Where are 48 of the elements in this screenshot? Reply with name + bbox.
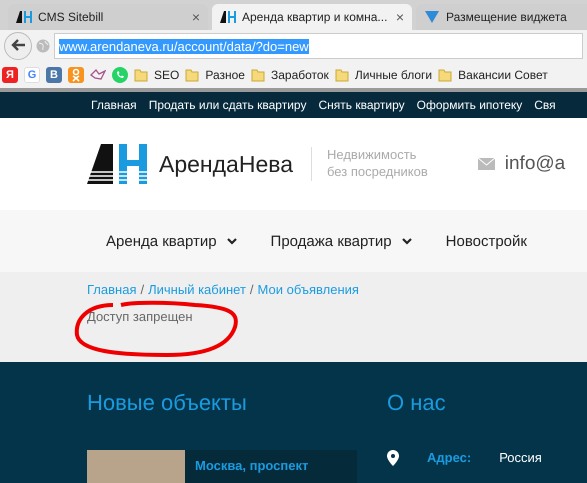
folder-icon[interactable] bbox=[438, 68, 452, 82]
section-title: Новые объекты bbox=[87, 390, 248, 416]
address-label: Адрес: bbox=[427, 450, 472, 465]
main-menu-item[interactable]: Аренда квартир bbox=[106, 232, 237, 250]
listing-title[interactable]: Москва, проспект bbox=[185, 450, 318, 483]
logo-icon bbox=[16, 11, 32, 23]
bookmark-link[interactable]: Разное bbox=[205, 68, 245, 82]
yandex-icon[interactable]: Я bbox=[2, 67, 18, 83]
bookmark-link[interactable]: SEO bbox=[154, 68, 180, 82]
main-menu-item[interactable]: Продажа квартир bbox=[270, 232, 412, 250]
breadcrumb-separator: / bbox=[250, 282, 254, 297]
breadcrumb-separator: / bbox=[140, 282, 144, 297]
back-button[interactable] bbox=[4, 32, 32, 60]
mail-icon bbox=[478, 158, 495, 170]
main-menu-item[interactable]: Новостройк bbox=[446, 232, 527, 250]
top-menu-link[interactable]: Главная bbox=[91, 98, 137, 112]
logo-icon bbox=[87, 144, 147, 184]
ok-icon[interactable] bbox=[68, 67, 84, 83]
bookmark-link[interactable]: Заработок bbox=[270, 68, 329, 82]
tagline: без посредников bbox=[327, 164, 428, 181]
logo-icon bbox=[220, 11, 236, 23]
folder-icon[interactable] bbox=[134, 68, 148, 82]
address-text: Россия bbox=[499, 450, 542, 465]
top-menu-link[interactable]: Оформить ипотеку bbox=[416, 98, 522, 112]
tagline: Недвижимость bbox=[327, 147, 418, 164]
globe-icon bbox=[36, 39, 50, 53]
top-menu-link[interactable]: Снять квартиру bbox=[318, 98, 405, 112]
close-button[interactable]: × bbox=[396, 9, 404, 25]
folder-icon[interactable] bbox=[250, 68, 265, 82]
top-menu-link[interactable]: Продать или сдать квартиру bbox=[148, 98, 306, 112]
brand-name: АрендаНева bbox=[159, 150, 293, 178]
location-pin-icon bbox=[387, 450, 399, 466]
access-denied-message: Доступ запрещен bbox=[87, 309, 194, 324]
bird-icon[interactable] bbox=[90, 68, 106, 82]
arrow-left-icon bbox=[10, 38, 26, 52]
listing-card[interactable]: Москва, проспект bbox=[87, 450, 357, 483]
folder-icon[interactable] bbox=[185, 68, 200, 82]
section-title: О нас bbox=[387, 390, 447, 416]
browser-tab[interactable]: Аренда квартир и комна... × bbox=[212, 4, 412, 30]
whatsapp-icon[interactable] bbox=[112, 67, 128, 83]
folder-icon[interactable] bbox=[334, 68, 349, 82]
email-text: info@a bbox=[504, 153, 566, 175]
google-icon[interactable]: G bbox=[24, 67, 40, 83]
bookmark-link[interactable]: Личные блоги bbox=[354, 68, 432, 82]
close-button[interactable]: × bbox=[192, 9, 200, 25]
vk-icon[interactable]: В bbox=[46, 67, 62, 83]
bookmark-link[interactable]: Вакансии Совет bbox=[458, 68, 548, 82]
top-menu-link[interactable]: Свя bbox=[534, 98, 556, 112]
